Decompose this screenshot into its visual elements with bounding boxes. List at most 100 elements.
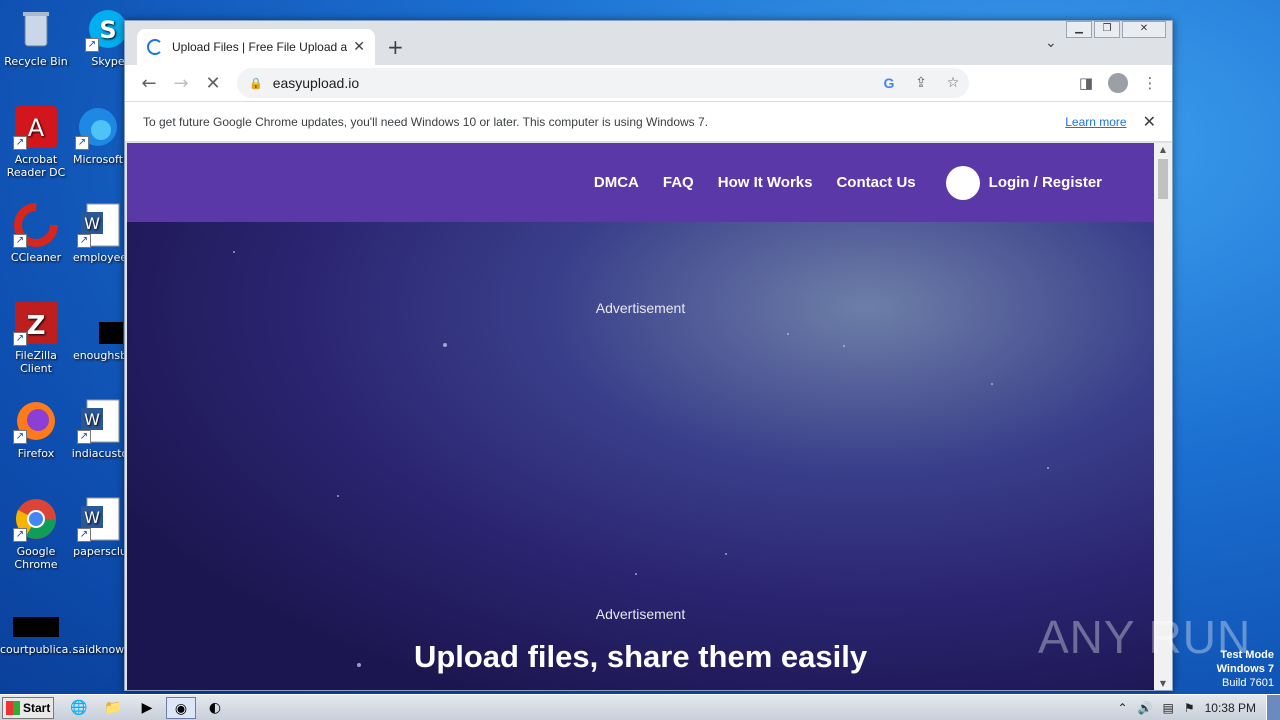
close-window-button[interactable]: ✕ bbox=[1122, 21, 1166, 38]
page-viewport: DMCA FAQ How It Works Contact Us Login /… bbox=[127, 143, 1154, 690]
volume-icon[interactable]: 🔊 bbox=[1138, 701, 1153, 715]
windows-logo-icon bbox=[6, 701, 20, 715]
page-scrollbar[interactable]: ▲ ▼ bbox=[1154, 143, 1172, 690]
system-tray: ⌃ 🔊 ▤ ⚑ 10:38 PM bbox=[1118, 695, 1280, 720]
network-icon[interactable]: ▤ bbox=[1163, 701, 1174, 715]
taskbar-media-player-icon[interactable]: ▶ bbox=[132, 697, 162, 719]
file-icon bbox=[77, 614, 123, 640]
tab-active[interactable]: Upload Files | Free File Upload and T ✕ bbox=[137, 29, 375, 65]
desktop-icon-courtpublica[interactable]: courtpublica... bbox=[0, 614, 79, 656]
start-label: Start bbox=[23, 701, 51, 715]
start-button[interactable]: Start bbox=[2, 697, 54, 719]
shortcut-arrow-icon: ↗ bbox=[85, 38, 99, 52]
window-controls: ▁ ❐ ✕ bbox=[1064, 21, 1166, 38]
shortcut-arrow-icon: ↗ bbox=[13, 234, 27, 248]
test-mode-notice: Test Mode Windows 7 Build 7601 bbox=[1217, 648, 1274, 690]
chrome-icon: ↗ bbox=[13, 496, 59, 542]
svg-text:W: W bbox=[84, 410, 100, 429]
new-tab-button[interactable]: + bbox=[387, 35, 404, 59]
tray-expand-icon[interactable]: ⌃ bbox=[1118, 701, 1128, 715]
share-icon[interactable]: ⇪ bbox=[905, 75, 937, 91]
taskbar: Start 🌐 📁 ▶ ◉ ◐ ⌃ 🔊 ▤ ⚑ 10:38 PM bbox=[0, 694, 1280, 720]
word-document-icon: W ↗ bbox=[77, 202, 123, 248]
nav-contact-us[interactable]: Contact Us bbox=[836, 174, 915, 191]
shortcut-arrow-icon: ↗ bbox=[13, 430, 27, 444]
back-arrow-icon[interactable]: ← bbox=[133, 73, 165, 94]
desktop-icon-label: courtpublica... bbox=[0, 643, 79, 656]
taskbar-chrome-icon[interactable]: ◉ bbox=[166, 697, 196, 719]
svg-text:W: W bbox=[84, 508, 100, 527]
maximize-button[interactable]: ❐ bbox=[1094, 21, 1120, 38]
advertisement-label: Advertisement bbox=[595, 300, 686, 316]
show-desktop-button[interactable] bbox=[1266, 695, 1280, 720]
shortcut-arrow-icon: ↗ bbox=[13, 332, 27, 346]
stop-loading-icon[interactable]: ✕ bbox=[197, 73, 229, 94]
nav-dmca[interactable]: DMCA bbox=[594, 174, 639, 191]
shortcut-arrow-icon: ↗ bbox=[13, 136, 27, 150]
taskbar-ie-icon[interactable]: 🌐 bbox=[64, 697, 94, 719]
chrome-window: Upload Files | Free File Upload and T ✕ … bbox=[124, 20, 1173, 691]
scrollbar-thumb[interactable] bbox=[1158, 159, 1168, 199]
desktop-icon-recycle-bin[interactable]: Recycle Bin bbox=[0, 6, 72, 68]
tab-title: Upload Files | Free File Upload and T bbox=[172, 40, 348, 54]
desktop-icon-label: FileZilla Client bbox=[15, 349, 57, 375]
profile-avatar-icon[interactable] bbox=[1102, 73, 1134, 93]
user-avatar[interactable] bbox=[945, 165, 980, 200]
action-center-flag-icon[interactable]: ⚑ bbox=[1184, 701, 1195, 715]
title-bar: Upload Files | Free File Upload and T ✕ … bbox=[125, 21, 1172, 65]
windows-version-line: Windows 7 bbox=[1216, 663, 1274, 675]
google-lens-icon[interactable]: G bbox=[873, 75, 905, 91]
desktop-icon-label: Google Chrome bbox=[14, 545, 58, 571]
ccleaner-icon: ↗ bbox=[13, 202, 59, 248]
desktop-icon-label: Firefox bbox=[17, 447, 55, 460]
advertisement-label: Advertisement bbox=[595, 606, 686, 622]
bookmark-star-icon[interactable]: ☆ bbox=[937, 75, 969, 91]
side-panel-icon[interactable]: ◨ bbox=[1070, 74, 1102, 92]
taskbar-edge-icon[interactable]: ◐ bbox=[200, 697, 230, 719]
scroll-down-arrow-icon[interactable]: ▼ bbox=[1154, 679, 1172, 688]
login-register-link[interactable]: Login / Register bbox=[989, 174, 1102, 191]
shortcut-arrow-icon: ↗ bbox=[75, 136, 89, 150]
address-bar[interactable]: 🔒 easyupload.io G ⇪ ☆ bbox=[237, 68, 969, 98]
edge-icon: ↗ bbox=[75, 104, 121, 150]
nav-faq[interactable]: FAQ bbox=[663, 174, 694, 191]
update-infobar: To get future Google Chrome updates, you… bbox=[125, 101, 1172, 142]
file-icon bbox=[77, 300, 135, 346]
learn-more-link[interactable]: Learn more bbox=[1065, 115, 1126, 129]
forward-arrow-icon[interactable]: → bbox=[165, 73, 197, 94]
desktop-icon-ccleaner[interactable]: ↗ CCleaner bbox=[0, 202, 72, 264]
svg-text:A: A bbox=[28, 114, 45, 142]
tab-search-chevron-icon[interactable]: ⌄ bbox=[1045, 35, 1057, 51]
svg-text:Z: Z bbox=[27, 311, 46, 341]
tab-close-icon[interactable]: ✕ bbox=[353, 39, 365, 55]
desktop-icon-chrome[interactable]: ↗ Google Chrome bbox=[0, 496, 72, 571]
infobar-close-icon[interactable]: ✕ bbox=[1143, 112, 1156, 132]
build-line: Build 7601 bbox=[1222, 677, 1274, 689]
shortcut-arrow-icon: ↗ bbox=[13, 528, 27, 542]
svg-text:S: S bbox=[99, 16, 116, 44]
shortcut-arrow-icon: ↗ bbox=[77, 528, 91, 542]
url-text[interactable]: easyupload.io bbox=[273, 75, 873, 91]
desktop-icon-filezilla[interactable]: Z ↗ FileZilla Client bbox=[0, 300, 72, 375]
desktop-icon-firefox[interactable]: ↗ Firefox bbox=[0, 398, 72, 460]
kebab-menu-icon[interactable]: ⋮ bbox=[1134, 74, 1166, 92]
hero-title: Upload files, share them easily bbox=[413, 639, 868, 674]
desktop-icon-label: Recycle Bin bbox=[4, 55, 68, 68]
taskbar-explorer-icon[interactable]: 📁 bbox=[98, 697, 128, 719]
acrobat-icon: A ↗ bbox=[13, 104, 59, 150]
clock[interactable]: 10:38 PM bbox=[1205, 701, 1256, 715]
recycle-bin-icon bbox=[13, 6, 59, 52]
test-mode-line: Test Mode bbox=[1220, 649, 1274, 661]
svg-text:W: W bbox=[84, 214, 100, 233]
shortcut-arrow-icon: ↗ bbox=[77, 430, 91, 444]
minimize-button[interactable]: ▁ bbox=[1066, 21, 1092, 38]
loading-spinner-icon bbox=[147, 39, 163, 55]
desktop-icon-label: CCleaner bbox=[10, 251, 62, 264]
site-navbar: DMCA FAQ How It Works Contact Us Login /… bbox=[127, 143, 1154, 222]
scroll-up-arrow-icon[interactable]: ▲ bbox=[1154, 145, 1172, 154]
word-document-icon: W ↗ bbox=[77, 496, 123, 542]
firefox-icon: ↗ bbox=[13, 398, 59, 444]
browser-toolbar: ← → ✕ 🔒 easyupload.io G ⇪ ☆ ◨ ⋮ bbox=[125, 65, 1172, 101]
lock-icon[interactable]: 🔒 bbox=[249, 77, 263, 90]
nav-how-it-works[interactable]: How It Works bbox=[718, 174, 813, 191]
